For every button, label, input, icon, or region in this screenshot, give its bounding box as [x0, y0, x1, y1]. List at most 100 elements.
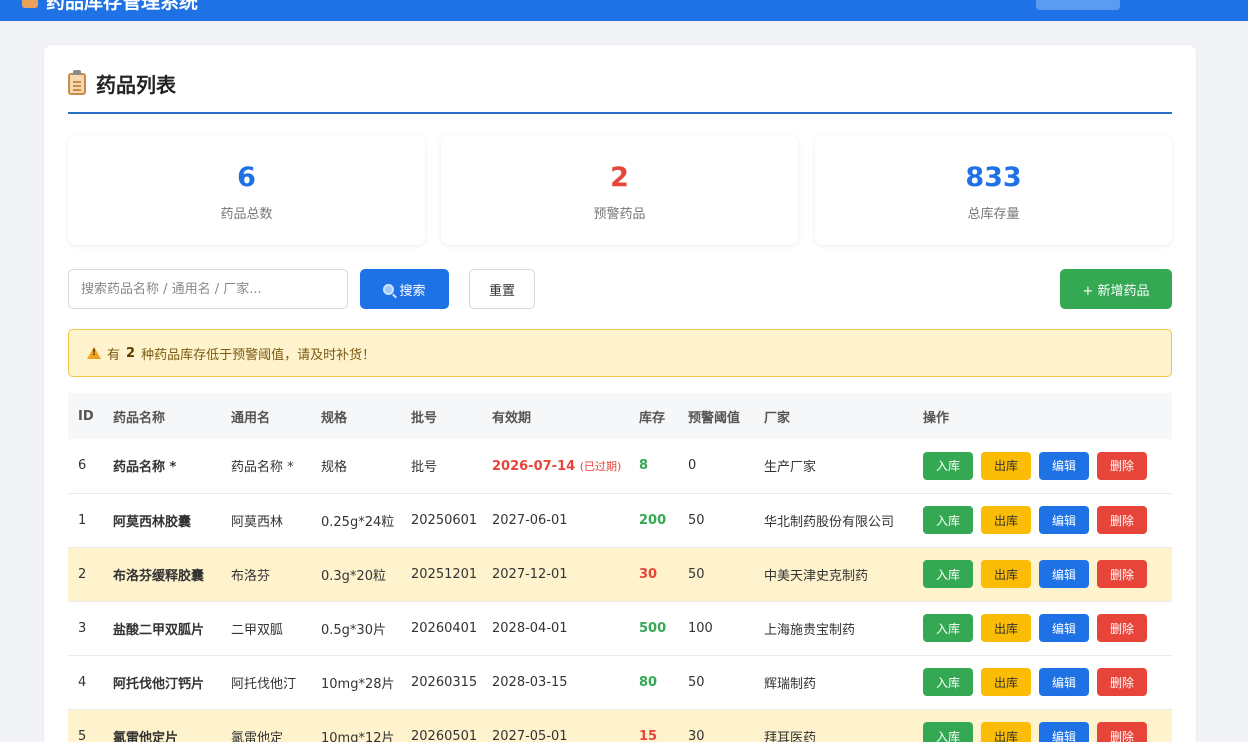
- cell-name: 药品名称 *: [113, 460, 177, 476]
- table-row: 4 阿托伐他汀钙片 阿托伐他汀 10mg*28片 20260315 2028-0…: [68, 655, 1172, 709]
- cell-batch: 20260501: [411, 728, 478, 742]
- row-actions: 入库 出库 编辑 删除: [923, 560, 1172, 588]
- cell-batch: 20250601: [411, 512, 478, 528]
- row-actions: 入库 出库 编辑 删除: [923, 668, 1172, 696]
- edit-button[interactable]: 编辑: [1039, 722, 1089, 742]
- col-name: 药品名称: [113, 410, 166, 426]
- cell-spec: 0.5g*30片: [321, 622, 386, 638]
- stat-value: 833: [965, 162, 1022, 193]
- delete-button[interactable]: 删除: [1097, 614, 1147, 642]
- alert-prefix: 有: [107, 347, 121, 363]
- cell-threshold: 0: [688, 458, 697, 474]
- stock-in-button[interactable]: 入库: [923, 722, 973, 742]
- cell-actions: 入库 出库 编辑 删除: [913, 601, 1172, 655]
- cell-spec: 规格: [321, 460, 348, 476]
- edit-button[interactable]: 编辑: [1039, 560, 1089, 588]
- stat-total-drugs: 6 药品总数: [68, 135, 425, 245]
- cell-actions: 入库 出库 编辑 删除: [913, 655, 1172, 709]
- cell-threshold: 50: [688, 512, 705, 528]
- warning-icon: [87, 347, 101, 359]
- cell-expiry: 2028-03-15: [482, 655, 629, 709]
- row-actions: 入库 出库 编辑 删除: [923, 614, 1172, 642]
- cell-stock: 30: [639, 566, 658, 582]
- add-drug-button[interactable]: + 新增药品: [1060, 269, 1172, 309]
- stock-out-button[interactable]: 出库: [981, 451, 1031, 480]
- cell-maker: 生产厂家: [764, 460, 817, 476]
- top-bar: 药品库存管理系统: [0, 0, 1248, 21]
- cell-threshold: 50: [688, 674, 705, 690]
- magnifier-icon: [383, 283, 395, 295]
- stock-in-button[interactable]: 入库: [923, 668, 973, 696]
- col-batch: 批号: [411, 410, 438, 426]
- top-bar-button[interactable]: [1036, 0, 1120, 10]
- expiry-date: 2027-05-01: [492, 728, 568, 742]
- stock-in-button[interactable]: 入库: [923, 506, 973, 534]
- cell-generic: 布洛芬: [231, 568, 271, 584]
- table-header-row: ID 药品名称 通用名 规格 批号 有效期 库存 预警阈值 厂家 操作: [68, 393, 1172, 439]
- cell-maker: 上海施贵宝制药: [764, 622, 856, 638]
- stat-label: 总库存量: [967, 207, 1020, 222]
- app-title: 药品库存管理系统: [46, 0, 199, 13]
- cell-name: 阿托伐他汀钙片: [113, 676, 205, 692]
- cell-maker: 中美天津史克制药: [764, 568, 869, 584]
- col-maker: 厂家: [764, 410, 791, 426]
- cell-id: 6: [78, 458, 87, 474]
- edit-button[interactable]: 编辑: [1039, 451, 1089, 480]
- cell-batch: 20260315: [411, 674, 478, 690]
- stock-in-button[interactable]: 入库: [923, 614, 973, 642]
- stock-out-button[interactable]: 出库: [981, 560, 1031, 588]
- cell-maker: 华北制药股份有限公司: [764, 514, 895, 530]
- expiry-date: 2027-12-01: [492, 566, 568, 582]
- cell-stock: 80: [639, 674, 658, 690]
- delete-button[interactable]: 删除: [1097, 560, 1147, 588]
- cell-name: 盐酸二甲双胍片: [113, 622, 205, 638]
- cell-name: 氯雷他定片: [113, 730, 179, 742]
- cell-batch: 批号: [411, 460, 438, 476]
- cell-expiry: 2027-05-01: [482, 709, 629, 742]
- cell-stock: 8: [639, 458, 649, 474]
- expiry-note: (已过期): [579, 459, 622, 473]
- page-title: 药品列表: [96, 73, 176, 97]
- search-button-label: 搜索: [399, 283, 426, 299]
- cell-generic: 二甲双胍: [231, 622, 284, 638]
- table-row: 2 布洛芬缓释胶囊 布洛芬 0.3g*20粒 20251201 2027-12-…: [68, 547, 1172, 601]
- table-row: 5 氯雷他定片 氯雷他定 10mg*12片 20260501 2027-05-0…: [68, 709, 1172, 742]
- expiry-date: 2027-06-01: [492, 512, 568, 528]
- cell-expiry: 2027-12-01: [482, 547, 629, 601]
- delete-button[interactable]: 删除: [1097, 451, 1147, 480]
- cell-maker: 拜耳医药: [764, 730, 817, 742]
- cell-batch: 20260401: [411, 620, 478, 636]
- clipboard-icon: [68, 70, 86, 95]
- delete-button[interactable]: 删除: [1097, 506, 1147, 534]
- stock-in-button[interactable]: 入库: [923, 560, 973, 588]
- cell-name: 布洛芬缓释胶囊: [113, 568, 205, 584]
- cell-id: 1: [78, 512, 87, 528]
- stock-out-button[interactable]: 出库: [981, 668, 1031, 696]
- delete-button[interactable]: 删除: [1097, 722, 1147, 742]
- delete-button[interactable]: 删除: [1097, 668, 1147, 696]
- search-input[interactable]: [68, 269, 348, 309]
- cell-threshold: 30: [688, 728, 705, 742]
- stock-in-button[interactable]: 入库: [923, 451, 973, 480]
- cell-name: 阿莫西林胶囊: [113, 514, 192, 530]
- cell-expiry: 2027-06-01: [482, 493, 629, 547]
- cell-generic: 氯雷他定: [231, 730, 284, 742]
- edit-button[interactable]: 编辑: [1039, 614, 1089, 642]
- search-button[interactable]: 搜索: [360, 269, 449, 309]
- cell-maker: 辉瑞制药: [764, 676, 817, 692]
- app-brand: 药品库存管理系统: [22, 0, 199, 13]
- cell-id: 3: [78, 620, 87, 636]
- stock-out-button[interactable]: 出库: [981, 614, 1031, 642]
- cell-expiry: 2028-04-01: [482, 601, 629, 655]
- col-stock: 库存: [639, 410, 666, 426]
- row-actions: 入库 出库 编辑 删除: [923, 506, 1172, 534]
- cell-actions: 入库 出库 编辑 删除: [913, 709, 1172, 742]
- edit-button[interactable]: 编辑: [1039, 506, 1089, 534]
- edit-button[interactable]: 编辑: [1039, 668, 1089, 696]
- expiry-date: 2028-04-01: [492, 620, 568, 636]
- reset-button[interactable]: 重置: [469, 269, 535, 309]
- stock-out-button[interactable]: 出库: [981, 506, 1031, 534]
- col-generic: 通用名: [231, 410, 271, 426]
- stock-out-button[interactable]: 出库: [981, 722, 1031, 742]
- expiry-date: 2028-03-15: [492, 674, 568, 690]
